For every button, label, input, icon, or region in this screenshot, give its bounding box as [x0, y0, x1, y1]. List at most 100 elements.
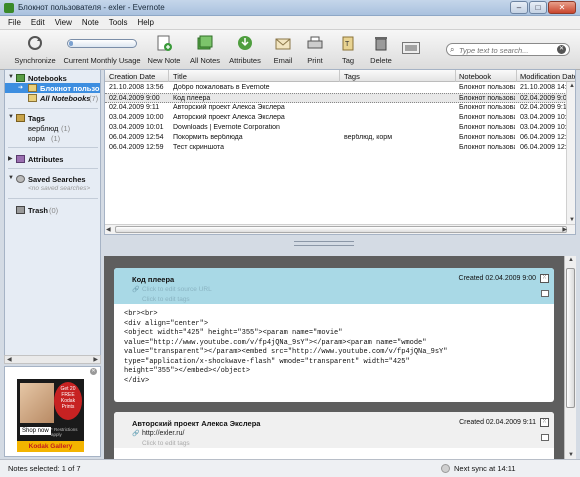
attributes-filter-icon	[16, 155, 25, 163]
scroll-down-icon[interactable]: ▼	[568, 452, 574, 458]
table-row[interactable]: 03.04.2009 10:01 Downloads | Evernote Co…	[105, 123, 573, 133]
delete-button[interactable]: Delete	[368, 34, 394, 65]
tags-header[interactable]: ▼ Tags	[5, 113, 100, 123]
column-separator[interactable]	[516, 70, 517, 82]
all-notes-button[interactable]: All Notes	[188, 34, 222, 65]
scrollbar-thumb[interactable]	[566, 268, 575, 408]
new-note-icon	[157, 35, 172, 51]
notebooks-header[interactable]: ▼ Notebooks	[5, 73, 100, 83]
scroll-up-icon[interactable]: ▲	[569, 83, 575, 89]
saved-searches-header[interactable]: ▼ Saved Searches	[5, 174, 100, 184]
saved-searches-empty: <no saved searches>	[28, 185, 91, 192]
ad-panel: ✕ Get 20 FREE Kodak Prints Shop now * Re…	[4, 366, 101, 457]
tag-item[interactable]: верблюд (1)	[5, 123, 100, 133]
column-notebook[interactable]: Notebook	[459, 72, 491, 81]
usage-meter[interactable]: Current Monthly Usage	[62, 34, 142, 65]
table-row[interactable]: 02.04.2009 9:11 Авторский проект Алекса …	[105, 103, 573, 113]
note-title[interactable]: Код плеера	[132, 275, 174, 284]
menu-file[interactable]: File	[0, 16, 26, 27]
all-notebooks-item[interactable]: All Notebooks (7)	[5, 93, 100, 103]
divider	[8, 198, 98, 199]
evernote-icon	[4, 3, 14, 13]
kodak-logo: Kodak Gallery	[17, 441, 84, 452]
source-url-field[interactable]: Click to edit source URL	[142, 286, 212, 293]
tags-field[interactable]: Click to edit tags	[142, 296, 190, 303]
left-horizontal-scrollbar[interactable]: ◀ ▶	[4, 355, 101, 364]
attributes-icon	[238, 36, 252, 50]
close-ad-icon[interactable]: ✕	[90, 368, 97, 375]
note-grid-icon[interactable]: ⁙	[540, 274, 549, 283]
note-info-icon[interactable]	[541, 290, 549, 297]
kodak-ad-banner[interactable]: Get 20 FREE Kodak Prints Shop now * Rest…	[17, 379, 84, 452]
scroll-down-icon[interactable]: ▼	[569, 217, 575, 223]
scroll-left-icon[interactable]: ◀	[106, 226, 111, 233]
scroll-left-icon[interactable]: ◀	[7, 356, 12, 363]
close-button[interactable]: ✕	[548, 1, 576, 14]
minimize-button[interactable]: –	[510, 1, 528, 14]
menu-help[interactable]: Help	[132, 16, 158, 27]
search-box[interactable]: ⌕ ✕	[446, 43, 570, 56]
ad-fine-print: * Restrictions apply	[51, 427, 78, 437]
expand-arrow-icon[interactable]: ▼	[8, 114, 14, 120]
table-row-selected[interactable]: 02.04.2009 9:00 Код плеера Блокнот польз…	[105, 93, 573, 103]
source-url-link[interactable]: http://exler.ru/	[142, 430, 184, 437]
search-input[interactable]	[459, 45, 559, 55]
attributes-header[interactable]: ▶ Attributes	[5, 154, 100, 164]
view-options-button[interactable]	[402, 42, 420, 56]
note-list-vertical-scrollbar[interactable]: ▲ ▼	[566, 82, 575, 224]
scroll-right-icon[interactable]: ▶	[93, 356, 98, 363]
column-separator[interactable]	[455, 70, 456, 82]
expand-arrow-icon[interactable]: ▼	[8, 175, 14, 181]
note-created-date: Created 02.04.2009 9:11	[459, 419, 536, 426]
table-row[interactable]: 06.04.2009 12:54 Покормить верблюда верб…	[105, 133, 573, 143]
note-list-horizontal-scrollbar[interactable]: ◀ ▶	[105, 224, 575, 234]
maximize-button[interactable]: □	[529, 1, 547, 14]
email-button[interactable]: Email	[270, 34, 296, 65]
print-button[interactable]: Print	[303, 34, 327, 65]
attributes-button[interactable]: Attributes	[226, 34, 264, 65]
notebook-icon	[28, 84, 37, 92]
table-row[interactable]: 21.10.2008 13:56 Добро пожаловать в Ever…	[105, 83, 573, 93]
note-info-icon[interactable]	[541, 434, 549, 441]
sync-status-icon	[441, 464, 450, 473]
note-grid-icon[interactable]: ⁙	[540, 418, 549, 427]
menu-tools[interactable]: Tools	[104, 16, 133, 27]
note-card[interactable]: Авторский проект Алекса Экслера Created …	[114, 412, 554, 459]
column-separator[interactable]	[168, 70, 169, 82]
clear-search-icon[interactable]: ✕	[557, 45, 566, 54]
notebook-item-selected[interactable]: ➔ Блокнот пользова	[5, 83, 100, 93]
trash-item[interactable]: Trash (0)	[5, 205, 100, 215]
scrollbar-thumb[interactable]	[115, 226, 567, 233]
note-viewer-scrollbar[interactable]: ▲ ▼	[564, 256, 576, 459]
splitter-grip[interactable]	[294, 241, 354, 246]
menu-note[interactable]: Note	[77, 16, 104, 27]
status-bar: Notes selected: 1 of 7 Next sync at 14:1…	[0, 459, 580, 477]
collapse-arrow-icon[interactable]: ▶	[8, 155, 13, 162]
tag-button[interactable]: T Tag	[338, 34, 358, 65]
note-body[interactable]: <br><br> <div align="center"> <object wi…	[114, 304, 554, 392]
note-title[interactable]: Авторский проект Алекса Экслера	[132, 419, 260, 428]
scroll-up-icon[interactable]: ▲	[568, 257, 574, 263]
menu-view[interactable]: View	[50, 16, 77, 27]
column-title[interactable]: Title	[173, 72, 187, 81]
column-separator[interactable]	[339, 70, 340, 82]
new-note-button[interactable]: New Note	[146, 34, 182, 65]
pane-splitter[interactable]	[104, 238, 576, 254]
note-card-selected[interactable]: Код плеера Created 02.04.2009 9:00 ⁙ 🔗 C…	[114, 268, 554, 402]
tags-field[interactable]: Click to edit tags	[142, 440, 190, 447]
toolbar: Synchronize Current Monthly Usage New No…	[0, 30, 580, 70]
synchronize-button[interactable]: Synchronize	[12, 34, 58, 65]
tag-item[interactable]: корм (1)	[5, 133, 100, 143]
list-view-icon	[402, 42, 420, 54]
column-modification-date[interactable]: Modification Date	[520, 72, 575, 81]
expand-arrow-icon[interactable]: ▼	[8, 74, 14, 80]
trash-icon	[375, 37, 387, 51]
link-icon: 🔗	[132, 431, 140, 437]
table-row[interactable]: 06.04.2009 12:59 Тест скриншота Блокнот …	[105, 143, 573, 153]
column-tags[interactable]: Tags	[344, 72, 360, 81]
column-creation-date[interactable]: Creation Date	[109, 72, 155, 81]
menu-edit[interactable]: Edit	[26, 16, 50, 27]
scroll-right-icon[interactable]: ▶	[562, 226, 567, 233]
shop-now-button[interactable]: Shop now	[20, 427, 51, 435]
table-row[interactable]: 03.04.2009 10:00 Авторский проект Алекса…	[105, 113, 573, 123]
